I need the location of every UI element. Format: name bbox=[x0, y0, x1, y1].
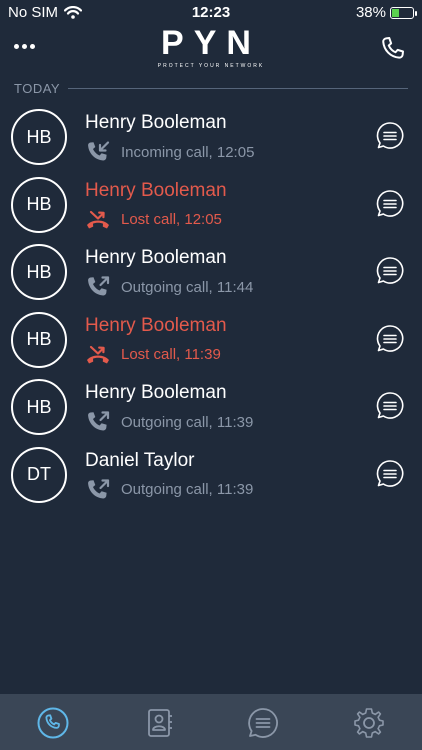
avatar: DT bbox=[11, 446, 67, 503]
tab-bar bbox=[0, 694, 422, 750]
message-icon[interactable] bbox=[375, 121, 405, 151]
call-list-item[interactable]: HB Henry Booleman Lost call, 11:39 bbox=[0, 306, 422, 374]
outgoing-call-icon bbox=[88, 276, 110, 296]
logo-tagline: PROTECT YOUR NETWORK bbox=[157, 63, 265, 69]
status-bar: No SIM 12:23 38% bbox=[0, 0, 422, 24]
contact-name: Henry Booleman bbox=[85, 112, 227, 133]
avatar: HB bbox=[11, 244, 67, 300]
tab-chat-icon[interactable] bbox=[246, 706, 280, 740]
call-list-item[interactable]: HB Henry Booleman Outgoing call, 11:44 bbox=[0, 238, 422, 306]
call-detail-text: Lost call, 11:39 bbox=[121, 346, 221, 363]
message-icon[interactable] bbox=[375, 324, 405, 354]
call-detail-text: Outgoing call, 11:39 bbox=[121, 413, 254, 431]
call-list-item[interactable]: DT Daniel Taylor Outgoing call, 11:39 bbox=[0, 441, 422, 509]
contact-name: Henry Booleman bbox=[85, 247, 227, 268]
contact-name: Henry Booleman bbox=[85, 179, 227, 201]
tab-calls-phone-icon[interactable] bbox=[36, 706, 70, 740]
phone-icon[interactable] bbox=[378, 34, 408, 64]
contact-name: Henry Booleman bbox=[85, 314, 227, 336]
section-divider bbox=[68, 87, 408, 89]
missed-call-icon bbox=[87, 345, 109, 363]
tab-contacts-icon[interactable] bbox=[142, 706, 176, 740]
call-detail-text: Lost call, 12:05 bbox=[121, 211, 222, 228]
call-detail-text: Outgoing call, 11:44 bbox=[121, 278, 254, 296]
message-icon[interactable] bbox=[375, 256, 405, 286]
app-header: PYN PROTECT YOUR NETWORK bbox=[0, 24, 422, 74]
app-logo: PYN PROTECT YOUR NETWORK bbox=[0, 24, 422, 70]
call-detail: Lost call, 11:39 bbox=[85, 342, 221, 368]
call-detail: Lost call, 12:05 bbox=[85, 207, 222, 233]
avatar: HB bbox=[11, 311, 67, 368]
logo-text: PYN bbox=[161, 24, 261, 62]
message-icon[interactable] bbox=[375, 391, 405, 421]
tab-settings-icon[interactable] bbox=[352, 706, 386, 740]
outgoing-call-icon bbox=[88, 411, 110, 431]
call-detail: Incoming call, 12:05 bbox=[85, 139, 254, 165]
call-list-item[interactable]: HB Henry Booleman Outgoing call, 11:39 bbox=[0, 373, 422, 441]
message-icon[interactable] bbox=[375, 459, 405, 489]
call-list-item[interactable]: HB Henry Booleman Incoming call, 12:05 bbox=[0, 103, 422, 171]
incoming-call-icon bbox=[88, 141, 110, 161]
section-header: TODAY bbox=[14, 80, 408, 96]
call-detail: Outgoing call, 11:39 bbox=[85, 409, 253, 435]
avatar: HB bbox=[11, 379, 67, 435]
missed-call-icon bbox=[87, 210, 109, 228]
call-list: HB Henry Booleman Incoming call, 12:05 HB He… bbox=[0, 103, 422, 508]
call-detail: Outgoing call, 11:44 bbox=[85, 274, 253, 300]
call-detail: Outgoing call, 11:39 bbox=[85, 477, 253, 503]
contact-name: Henry Booleman bbox=[85, 382, 227, 403]
contact-name: Daniel Taylor bbox=[85, 449, 195, 471]
status-right: 38% bbox=[355, 4, 417, 21]
avatar: HB bbox=[11, 176, 67, 233]
battery-percent: 38% bbox=[355, 4, 386, 21]
call-detail-text: Incoming call, 12:05 bbox=[121, 143, 255, 161]
avatar: HB bbox=[11, 109, 67, 165]
section-label: TODAY bbox=[14, 80, 61, 96]
call-list-item[interactable]: HB Henry Booleman Lost call, 12:05 bbox=[0, 171, 422, 239]
outgoing-call-icon bbox=[88, 478, 110, 499]
battery-icon bbox=[390, 6, 417, 19]
call-detail-text: Outgoing call, 11:39 bbox=[121, 481, 254, 498]
message-icon[interactable] bbox=[375, 189, 405, 219]
